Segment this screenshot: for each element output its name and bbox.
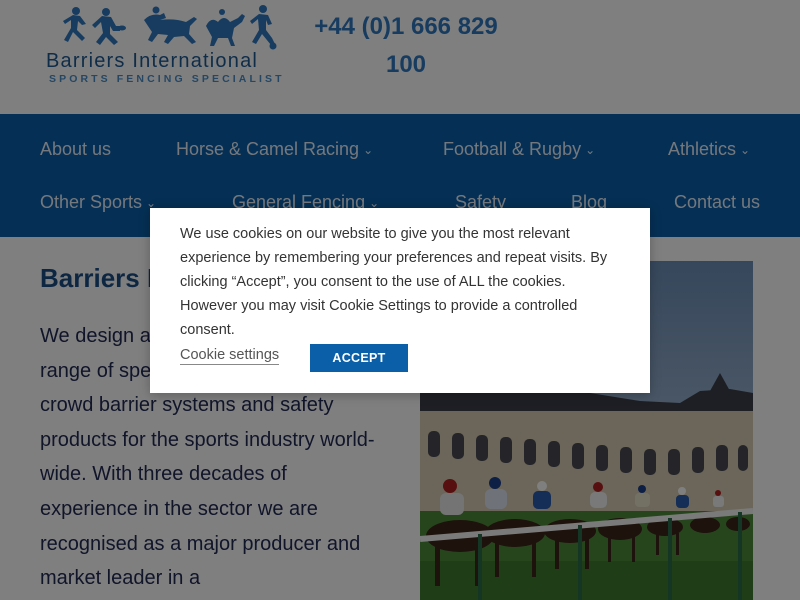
cookie-consent-dialog: We use cookies on our website to give yo… xyxy=(150,208,650,393)
cookie-settings-link[interactable]: Cookie settings xyxy=(180,347,280,365)
cookie-actions: Cookie settings ACCEPT xyxy=(180,344,620,372)
accept-button[interactable]: ACCEPT xyxy=(310,344,408,372)
cookie-message: We use cookies on our website to give yo… xyxy=(180,226,608,338)
